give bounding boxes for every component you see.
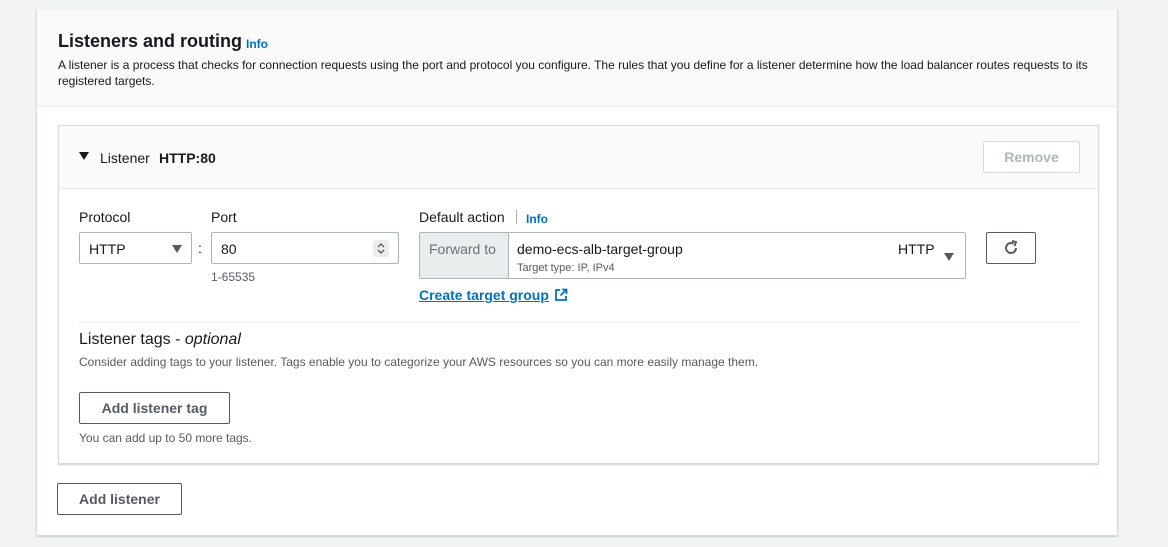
protocol-port-separator: :: [198, 240, 202, 256]
target-group-type: Target type: IP, IPv4: [517, 262, 615, 274]
label-divider: [516, 210, 517, 224]
default-action-label: Default action: [419, 209, 505, 225]
port-label: Port: [211, 209, 237, 225]
protocol-label: Protocol: [79, 209, 131, 225]
chevron-down-icon: [172, 245, 182, 253]
tags-limit-hint: You can add up to 50 more tags.: [79, 431, 253, 445]
listeners-routing-panel: Listeners and routing Info A listener is…: [36, 10, 1118, 536]
tags-optional-label: optional: [184, 331, 241, 348]
refresh-icon: [1005, 240, 1018, 254]
add-listener-tag-button[interactable]: Add listener tag: [79, 392, 230, 424]
port-input[interactable]: 80: [211, 232, 399, 264]
forward-to-select[interactable]: Forward to demo-ecs-alb-target-group Tar…: [419, 232, 966, 279]
forward-to-label: Forward to: [420, 233, 509, 278]
panel-header: Listeners and routing Info A listener is…: [37, 10, 1117, 107]
external-link-icon: [555, 288, 568, 301]
port-value: 80: [221, 241, 237, 257]
listener-card: Listener HTTP:80 Remove Protocol HTTP : …: [58, 125, 1099, 464]
add-listener-button[interactable]: Add listener: [57, 483, 182, 515]
listener-header[interactable]: Listener HTTP:80 Remove: [59, 126, 1098, 189]
target-group-name: demo-ecs-alb-target-group: [517, 241, 683, 257]
tags-title-dash: -: [170, 331, 185, 348]
listener-tags-title: Listener tags - optional: [79, 331, 241, 349]
target-group-protocol: HTTP: [898, 241, 935, 257]
remove-listener-button[interactable]: Remove: [983, 141, 1080, 173]
collapse-caret-icon[interactable]: [79, 152, 89, 160]
tags-title-text: Listener tags: [79, 331, 171, 348]
protocol-select[interactable]: HTTP: [79, 232, 192, 264]
protocol-value: HTTP: [89, 241, 126, 257]
chevron-down-icon: [944, 253, 954, 261]
refresh-target-groups-button[interactable]: [986, 232, 1036, 264]
listener-label: Listener: [100, 150, 150, 166]
section-description: A listener is a process that checks for …: [58, 58, 1088, 88]
create-target-group-link[interactable]: Create target group: [419, 287, 568, 303]
default-action-info-link[interactable]: Info: [526, 212, 548, 226]
port-stepper-icon[interactable]: [373, 240, 389, 257]
tags-description: Consider adding tags to your listener. T…: [79, 355, 759, 369]
listener-name: HTTP:80: [159, 150, 216, 166]
create-target-group-label: Create target group: [419, 287, 549, 303]
section-title: Listeners and routing: [58, 31, 243, 51]
section-info-link[interactable]: Info: [246, 37, 268, 51]
tags-divider: [79, 322, 1079, 323]
port-range-hint: 1-65535: [211, 270, 256, 284]
